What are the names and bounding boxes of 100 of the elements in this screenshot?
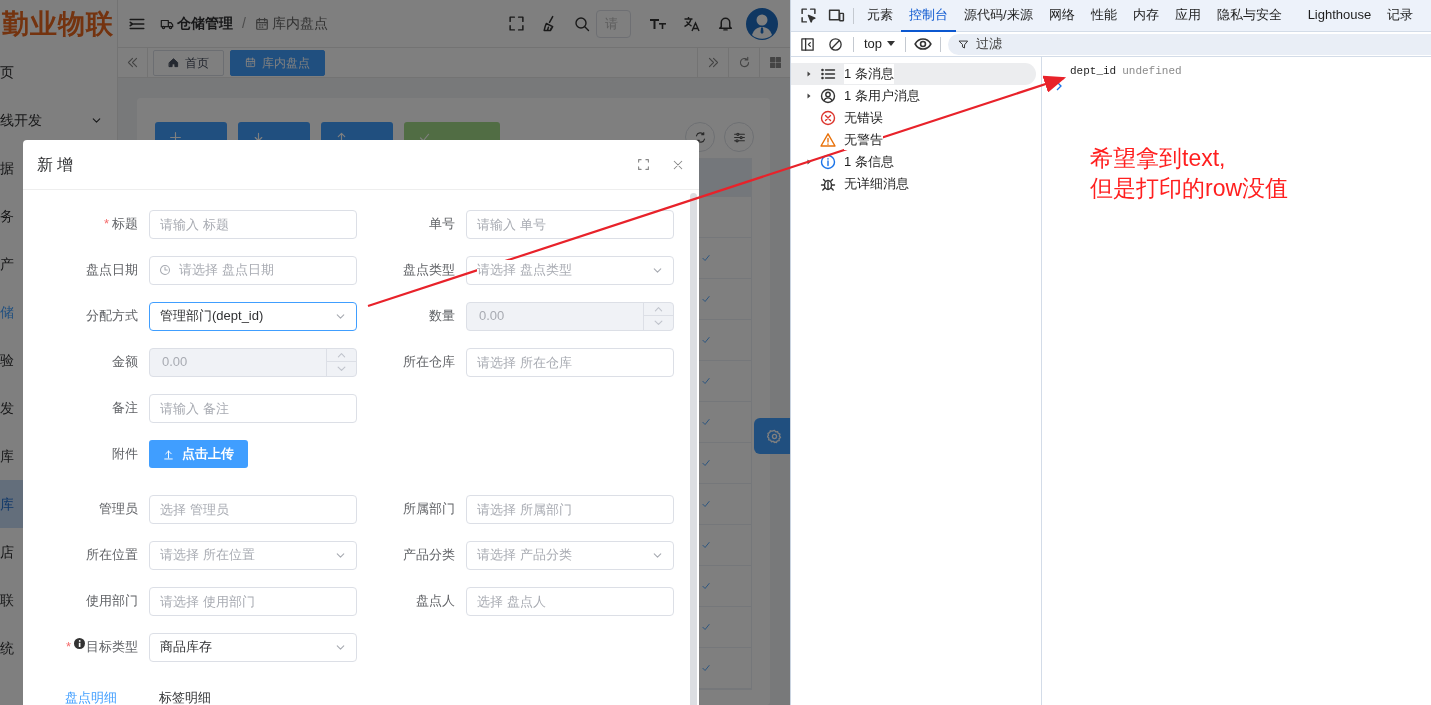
required-mark: * bbox=[103, 215, 109, 234]
field-label: 产品分类 bbox=[403, 546, 455, 565]
field-label: 所在位置 bbox=[86, 546, 138, 565]
devtools-tab[interactable]: 性能 bbox=[1082, 0, 1125, 32]
console-sidebar-item[interactable]: 1 条消息 bbox=[791, 63, 1036, 85]
scrollbar[interactable] bbox=[690, 193, 697, 705]
device-toolbar-icon[interactable] bbox=[828, 7, 845, 24]
input-field[interactable]: 请输入 单号 bbox=[466, 209, 674, 239]
select-field[interactable]: 商品库存 bbox=[149, 632, 357, 662]
devtools-tab[interactable]: Lighthouse bbox=[1299, 0, 1380, 32]
devtools-tab[interactable]: 网络 bbox=[1040, 0, 1083, 32]
console-key: dept_id bbox=[1070, 64, 1117, 78]
check-icon bbox=[701, 335, 711, 345]
double-chevron-left-icon bbox=[126, 56, 139, 69]
field-label: 备注 bbox=[112, 399, 138, 418]
expand-arrow-icon bbox=[805, 92, 813, 100]
input-field[interactable]: 选择 管理员 bbox=[149, 494, 357, 524]
prompt-icon bbox=[1056, 81, 1063, 91]
sidebar-toggle-icon[interactable] bbox=[800, 36, 815, 52]
breadcrumb-separator: / bbox=[242, 14, 246, 33]
fullscreen-icon[interactable] bbox=[508, 15, 525, 32]
bell-icon[interactable] bbox=[717, 15, 734, 32]
settings-icon bbox=[766, 428, 782, 444]
breadcrumb-item[interactable]: 仓储管理 bbox=[177, 13, 233, 34]
clear-console-icon[interactable] bbox=[828, 36, 843, 52]
bug-icon bbox=[820, 176, 836, 192]
check-icon bbox=[701, 294, 711, 304]
console-sidebar-item[interactable]: 1 条用户消息 bbox=[791, 85, 1036, 107]
input-field[interactable]: 请选择 所在仓库 bbox=[466, 347, 674, 377]
check-icon bbox=[701, 458, 711, 468]
input-field[interactable]: 请选择 使用部门 bbox=[149, 586, 357, 616]
page-tab[interactable]: 首页 bbox=[153, 49, 224, 76]
devtools-tab[interactable]: 控制台 bbox=[901, 0, 956, 32]
avatar[interactable] bbox=[746, 7, 778, 40]
input-field[interactable]: 请选择 所属部门 bbox=[466, 494, 674, 524]
error-icon bbox=[820, 110, 836, 126]
calendar-icon bbox=[254, 16, 269, 31]
sidebar-item[interactable]: 线开发 bbox=[0, 96, 117, 144]
field-label: 所属部门 bbox=[403, 500, 455, 519]
field-label: 所在仓库 bbox=[403, 353, 455, 372]
fullscreen-icon[interactable] bbox=[637, 158, 650, 171]
field-label: 使用部门 bbox=[86, 592, 138, 611]
dialog-title: 新 增 bbox=[37, 154, 74, 175]
logo-text: 勤业物联 bbox=[1, 7, 115, 41]
check-icon bbox=[701, 253, 711, 263]
context-dropdown[interactable]: top bbox=[864, 34, 896, 54]
home-icon bbox=[168, 57, 179, 68]
field-label: 盘点类型 bbox=[403, 261, 455, 280]
expand-arrow-icon bbox=[805, 70, 813, 78]
sliders-icon bbox=[732, 130, 746, 144]
sidebar-item[interactable]: 页 bbox=[0, 48, 117, 96]
field-label: 盘点人 bbox=[416, 592, 455, 611]
devtools-tab[interactable]: 元素 bbox=[859, 0, 901, 32]
search-icon[interactable] bbox=[574, 15, 590, 32]
check-icon bbox=[701, 622, 711, 632]
devtools-tab[interactable]: 记录 bbox=[1379, 0, 1422, 32]
inspect-icon[interactable] bbox=[800, 7, 817, 24]
clock-icon bbox=[159, 264, 171, 276]
required-mark: * bbox=[65, 638, 71, 657]
double-chevron-right-icon bbox=[706, 56, 720, 69]
refresh-icon bbox=[737, 56, 751, 69]
console-sidebar-item[interactable]: 1 条信息 bbox=[791, 151, 1036, 173]
dialog-tab[interactable]: 标签明细 bbox=[159, 688, 211, 705]
console-value: undefined bbox=[1122, 64, 1182, 78]
field-label: 盘点日期 bbox=[86, 261, 138, 280]
devtools-tab[interactable]: 应用 bbox=[1166, 0, 1209, 32]
user-icon bbox=[820, 88, 836, 104]
eye-icon[interactable] bbox=[914, 35, 933, 53]
input-field[interactable]: 请输入 标题 bbox=[149, 209, 357, 239]
check-icon bbox=[701, 417, 711, 427]
close-icon[interactable] bbox=[672, 158, 684, 171]
field-label: 目标类型 bbox=[86, 638, 138, 657]
breadcrumb-item[interactable]: 库内盘点 bbox=[271, 13, 328, 34]
translate-icon[interactable] bbox=[683, 14, 701, 33]
console-sidebar-item[interactable]: 无详细消息 bbox=[791, 173, 1036, 195]
check-icon bbox=[701, 581, 711, 591]
calendar-icon bbox=[245, 57, 256, 68]
grid-icon bbox=[768, 56, 782, 69]
field-label: 管理员 bbox=[99, 500, 138, 519]
devtools-tab[interactable]: 隐私与安全 bbox=[1208, 0, 1290, 32]
console-sidebar-item[interactable]: 无错误 bbox=[791, 107, 1036, 129]
filter-field[interactable]: 过滤 bbox=[948, 33, 1431, 55]
list-icon bbox=[820, 66, 836, 82]
devtools-tab[interactable]: 源代码/来源 bbox=[956, 0, 1041, 32]
info-icon[interactable] bbox=[74, 637, 85, 649]
upload-icon bbox=[163, 448, 174, 460]
info-icon bbox=[820, 154, 836, 170]
console-sidebar-item[interactable]: 无警告 bbox=[791, 129, 1036, 151]
caret-icon bbox=[887, 41, 896, 47]
annotation-text: 希望拿到text, 但是打印的row没值 bbox=[1090, 144, 1289, 203]
filter-icon bbox=[958, 38, 970, 50]
devtools-tab[interactable]: 内存 bbox=[1124, 0, 1167, 32]
select-field[interactable]: 管理部门(dept_id) bbox=[149, 301, 357, 331]
input-field[interactable]: 请输入 备注 bbox=[149, 393, 357, 423]
field-label: 标题 bbox=[112, 215, 138, 234]
input-field[interactable]: 选择 盘点人 bbox=[466, 586, 674, 616]
field-label: 单号 bbox=[429, 215, 455, 234]
field-label: 附件 bbox=[112, 445, 138, 464]
check-icon bbox=[701, 499, 711, 509]
check-icon bbox=[701, 540, 711, 550]
